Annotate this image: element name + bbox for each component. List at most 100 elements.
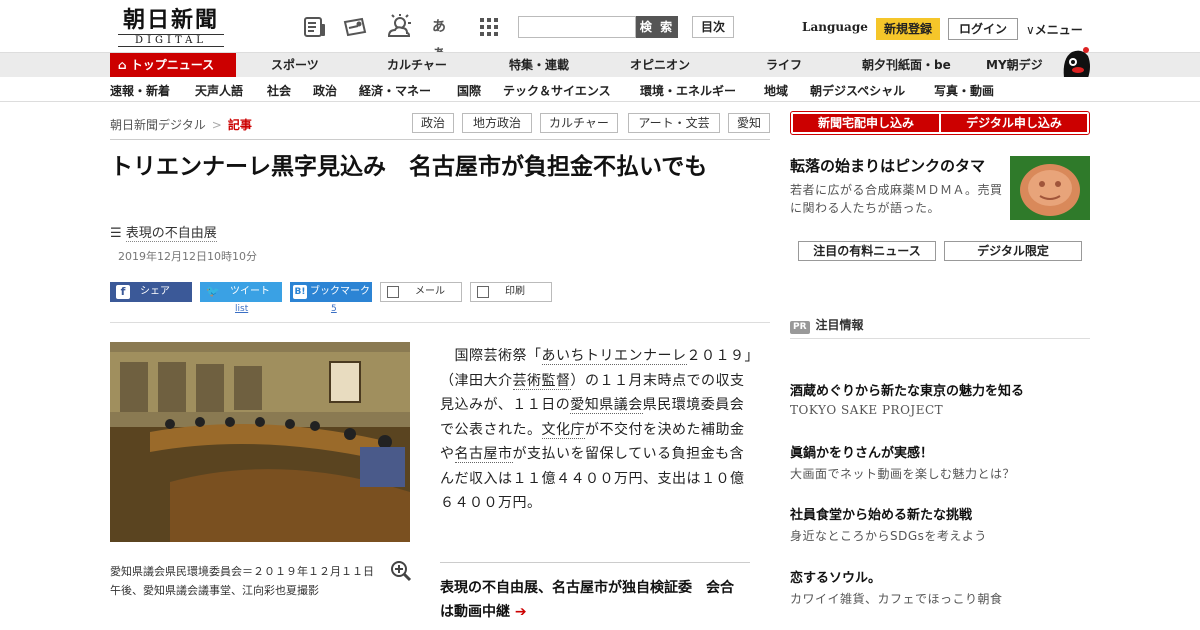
print-label: 印刷: [505, 286, 525, 297]
weather-icon[interactable]: [386, 14, 412, 40]
home-delivery-apply-button[interactable]: 新聞宅配申し込み: [793, 114, 939, 132]
keyword-link-triennale[interactable]: あいちトリエンナーレ: [541, 348, 687, 365]
related-article-title: 表現の不自由展、名古屋市が独自検証委 会合は動画中継: [440, 580, 734, 620]
pr-item-subtitle: 身近なところからSDGsを考えよう: [790, 529, 987, 543]
series-link[interactable]: ☰ 表現の不自由展: [110, 222, 217, 242]
tag-aichi[interactable]: 愛知: [728, 113, 770, 133]
subnav-international[interactable]: 国際: [457, 82, 481, 99]
pr-item-title[interactable]: 社員食堂から始める新たな挑戦: [790, 504, 972, 523]
series-label: 表現の不自由展: [125, 226, 217, 242]
hatena-bookmark-button[interactable]: B! ブックマーク: [290, 282, 372, 302]
keyword-link-bunkacho[interactable]: 文化庁: [541, 421, 585, 439]
subnav-society[interactable]: 社会: [267, 82, 291, 99]
feature-article-title[interactable]: 転落の始まりはピンクのタマ: [790, 155, 1000, 176]
site-logo[interactable]: 朝日新聞 DIGITAL: [112, 7, 230, 47]
subscription-box: 新聞宅配申し込み デジタル申し込み: [790, 111, 1090, 135]
nav-item-life[interactable]: ライフ: [766, 53, 802, 78]
tab-digital-only[interactable]: デジタル限定: [944, 241, 1082, 261]
breadcrumb: 朝日新聞デジタル > 記事: [110, 116, 252, 133]
nav-item-features[interactable]: 特集・連載: [509, 53, 569, 78]
grid-menu-icon[interactable]: [476, 14, 502, 40]
facebook-share-label: シェア: [140, 286, 170, 297]
hatena-icon: B!: [293, 285, 307, 299]
print-button[interactable]: 印刷: [470, 282, 552, 302]
feature-article-description: 若者に広がる合成麻薬ＭＤＭＡ。売買に関わる人たちが語った。: [790, 183, 1003, 215]
pr-item-subtitle: TOKYO SAKE PROJECT: [790, 403, 944, 417]
publish-date: 2019年12月12日10時10分: [118, 250, 257, 263]
search-button[interactable]: 検 索: [636, 16, 678, 38]
tag-culture[interactable]: カルチャー: [540, 113, 618, 133]
arrow-right-icon: ➔: [514, 604, 527, 620]
pr-item-title[interactable]: 眞鍋かをりさんが実感！: [790, 442, 933, 461]
mail-share-button[interactable]: メール: [380, 282, 462, 302]
language-link[interactable]: Language: [802, 20, 868, 34]
logo-main-text: 朝日新聞: [122, 7, 219, 33]
hatena-bookmark-label: ブックマーク: [310, 286, 370, 297]
twitter-bird-icon: 🐦: [206, 285, 220, 298]
nav-top-news[interactable]: ⌂ トップニュース: [110, 53, 236, 78]
main-nav: ⌂ トップニュース スポーツ カルチャー 特集・連載 オピニオン ライフ 朝夕刊…: [0, 52, 1200, 78]
nav-item-sports[interactable]: スポーツ: [271, 53, 319, 78]
nav-item-opinion[interactable]: オピニオン: [630, 53, 690, 78]
logo-sub-text: DIGITAL: [118, 34, 224, 47]
subnav-tech[interactable]: テック＆サイエンス: [503, 82, 611, 99]
breadcrumb-home[interactable]: 朝日新聞デジタル: [110, 118, 206, 132]
menu-button[interactable]: ∨メニュー: [1026, 21, 1083, 38]
pr-heading-label: 注目情報: [815, 318, 864, 332]
nav-item-paper[interactable]: 朝夕刊紙面・be: [862, 53, 951, 78]
mail-share-label: メール: [415, 286, 445, 297]
subnav-tensei[interactable]: 天声人語: [195, 82, 243, 99]
divider: [440, 562, 750, 563]
article-photo[interactable]: [110, 342, 410, 542]
login-button[interactable]: ログイン: [948, 18, 1018, 40]
breadcrumb-current: 記事: [227, 118, 252, 132]
home-icon: ⌂: [118, 58, 127, 72]
digital-apply-button[interactable]: デジタル申し込み: [941, 114, 1087, 132]
related-article-link[interactable]: 表現の不自由展、名古屋市が独自検証委 会合は動画中継 ➔: [440, 576, 740, 624]
pr-heading: PR 注目情報: [790, 316, 864, 334]
newspaper-icon[interactable]: [302, 14, 328, 40]
twitter-share-button[interactable]: 🐦 ツイート: [200, 282, 282, 302]
divider: [110, 139, 770, 140]
subnav-economy[interactable]: 経済・マネー: [359, 82, 431, 99]
body-text: 国際芸術祭「: [454, 348, 542, 364]
subnav-environment[interactable]: 環境・エネルギー: [640, 82, 736, 99]
nav-item-culture[interactable]: カルチャー: [387, 53, 447, 78]
tag-local-politics[interactable]: 地方政治: [462, 113, 532, 133]
chevron-down-icon: ∨: [1026, 23, 1035, 37]
subnav-politics[interactable]: 政治: [313, 82, 337, 99]
print-icon: [477, 286, 489, 298]
feature-article-image[interactable]: [1010, 156, 1090, 220]
keyword-link-art-director[interactable]: 芸術監督: [512, 372, 571, 390]
sub-nav: 速報・新着 天声人語 社会 政治 経済・マネー 国際 テック＆サイエンス 環境・…: [0, 77, 1200, 102]
hatena-count-link[interactable]: 5: [331, 304, 337, 314]
facebook-share-button[interactable]: f シェア: [110, 282, 192, 302]
tag-politics[interactable]: 政治: [412, 113, 454, 133]
pr-item-subtitle: 大画面でネット動画を楽しむ魅力とは？: [790, 467, 1016, 481]
breadcrumb-separator: >: [211, 118, 222, 132]
tag-art-literature[interactable]: アート・文芸: [628, 113, 720, 133]
tab-paid-news[interactable]: 注目の有料ニュース: [798, 241, 936, 261]
pr-item-title[interactable]: 酒蔵めぐりから新たな東京の魅力を知る: [790, 380, 1024, 399]
article-body: 国際芸術祭「あいちトリエンナーレ２０１９」（津田大介芸術監督）の１１月末時点での…: [440, 344, 752, 516]
keyword-link-prefectural-assembly[interactable]: 愛知県議会: [570, 397, 643, 414]
subnav-breaking[interactable]: 速報・新着: [110, 82, 170, 99]
ticket-icon[interactable]: [342, 14, 368, 40]
subnav-special[interactable]: 朝デジスペシャル: [810, 82, 905, 99]
keyword-link-nagoya[interactable]: 名古屋市: [454, 446, 513, 463]
pr-badge: PR: [790, 321, 810, 334]
register-button[interactable]: 新規登録: [876, 18, 940, 40]
mail-icon: [387, 286, 399, 298]
pr-item-title[interactable]: 恋するソウル。: [790, 567, 881, 586]
nav-item-my-asahi[interactable]: MY朝デジ: [986, 53, 1043, 78]
divider: [110, 322, 770, 323]
zoom-in-icon[interactable]: [390, 560, 412, 582]
hiragana-icon[interactable]: あぁ: [432, 14, 458, 61]
subnav-photo-video[interactable]: 写真・動画: [934, 82, 994, 99]
subnav-region[interactable]: 地域: [764, 82, 788, 99]
search-input[interactable]: [518, 16, 636, 38]
site-header: 朝日新聞 DIGITAL あぁ 検 索 目次 Language 新規登録 ログイ…: [0, 0, 1200, 61]
facebook-icon: f: [116, 285, 130, 299]
twitter-count-link[interactable]: list: [235, 304, 248, 314]
table-of-contents-button[interactable]: 目次: [692, 16, 734, 38]
